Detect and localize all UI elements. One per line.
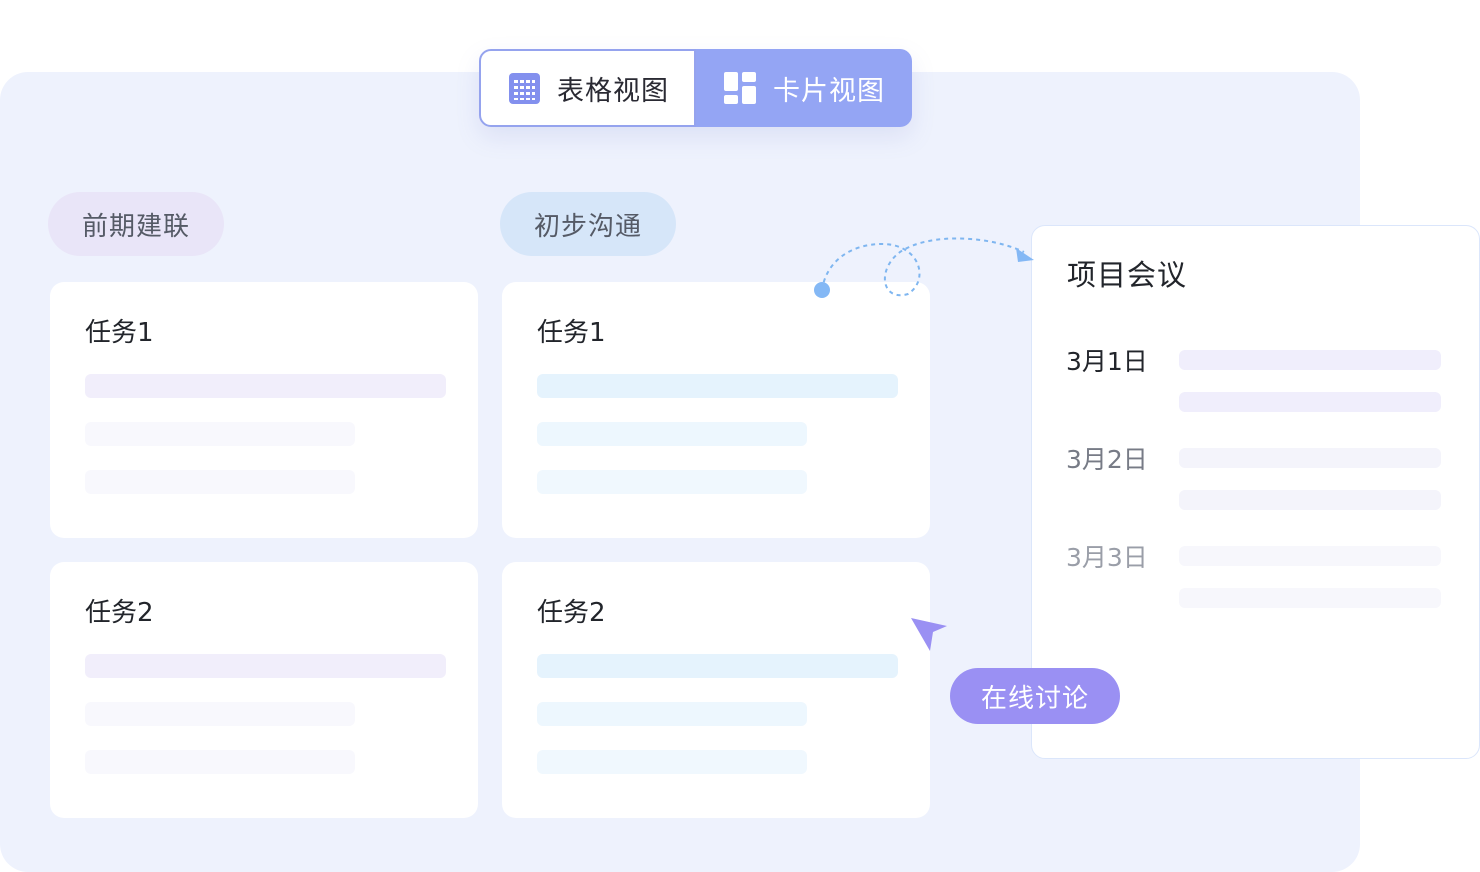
table-view-button[interactable]: 表格视图 <box>479 49 696 127</box>
column-header-1[interactable]: 前期建联 <box>48 192 224 256</box>
meeting-entries: 3月1日 3月2日 3月3日 <box>1031 0 1480 872</box>
placeholder-line <box>85 702 355 726</box>
placeholder-line <box>1179 588 1441 608</box>
column-header-2[interactable]: 初步沟通 <box>500 192 676 256</box>
kanban-illustration: 表格视图 卡片视图 前期建联 初步沟通 任务1 任务2 任务1 任务2 项目会议… <box>0 0 1480 872</box>
meeting-entry[interactable]: 3月3日 <box>1066 538 1446 608</box>
online-discussion-badge[interactable]: 在线讨论 <box>950 668 1120 724</box>
grid-table-icon <box>509 72 540 104</box>
card-view-label: 卡片视图 <box>773 75 885 107</box>
task-title: 任务2 <box>85 598 154 628</box>
meeting-date: 3月1日 <box>1066 347 1148 376</box>
placeholder-line <box>85 750 355 774</box>
card-layout-icon <box>724 72 756 104</box>
placeholder-line <box>537 470 807 494</box>
placeholder-line <box>1179 350 1441 370</box>
placeholder-line <box>1179 490 1441 510</box>
meeting-entry[interactable]: 3月2日 <box>1066 440 1446 510</box>
placeholder-line <box>537 422 807 446</box>
task-card[interactable]: 任务2 <box>502 562 930 818</box>
task-card[interactable]: 任务2 <box>50 562 478 818</box>
placeholder-line <box>537 654 898 678</box>
placeholder-line <box>85 654 446 678</box>
meeting-entry[interactable]: 3月1日 <box>1066 342 1446 412</box>
task-card[interactable]: 任务1 <box>50 282 478 538</box>
placeholder-line <box>537 750 807 774</box>
meeting-date: 3月3日 <box>1066 543 1148 572</box>
task-title: 任务2 <box>537 598 606 628</box>
placeholder-line <box>85 470 355 494</box>
view-toggle: 表格视图 卡片视图 <box>479 49 912 127</box>
placeholder-line <box>537 702 807 726</box>
task-title: 任务1 <box>85 318 154 348</box>
placeholder-line <box>1179 546 1441 566</box>
placeholder-line <box>1179 448 1441 468</box>
table-view-label: 表格视图 <box>557 75 669 107</box>
meeting-date: 3月2日 <box>1066 445 1148 474</box>
card-view-button[interactable]: 卡片视图 <box>696 49 912 127</box>
placeholder-line <box>537 374 898 398</box>
task-card[interactable]: 任务1 <box>502 282 930 538</box>
placeholder-line <box>85 422 355 446</box>
placeholder-line <box>1179 392 1441 412</box>
task-title: 任务1 <box>537 318 606 348</box>
placeholder-line <box>85 374 446 398</box>
